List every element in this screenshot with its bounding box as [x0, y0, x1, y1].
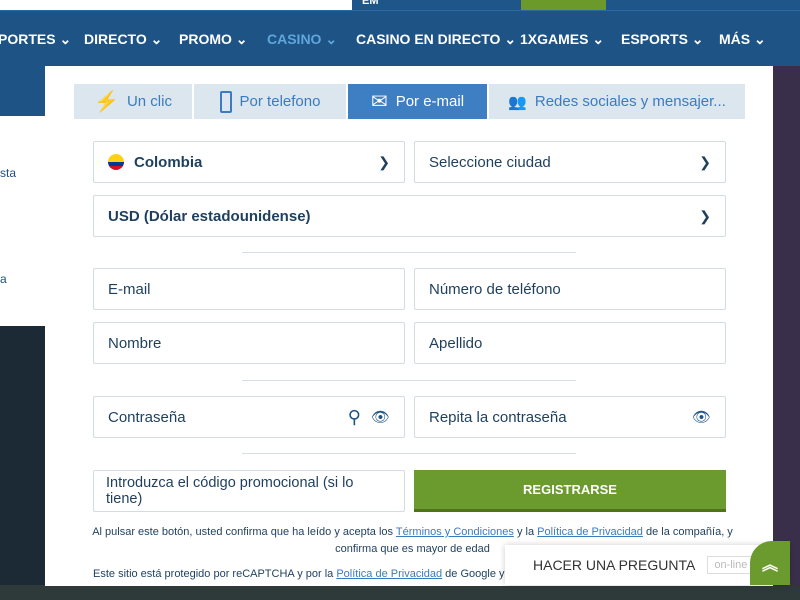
left-panel-text: a — [0, 272, 7, 286]
country-select[interactable]: Colombia ❯ — [93, 141, 405, 183]
surname-field[interactable]: Apellido — [414, 322, 726, 364]
phone-field[interactable]: Número de teléfono — [414, 268, 726, 310]
tab-one-click[interactable]: ⚡ Un clic — [74, 84, 194, 119]
chevron-down-icon: ❯ — [699, 153, 711, 170]
privacy-link[interactable]: Política de Privacidad — [537, 526, 643, 538]
divider — [242, 380, 576, 381]
divider — [242, 453, 576, 454]
users-icon: 👥 — [508, 93, 527, 111]
city-select[interactable]: Seleccione ciudad ❯ — [414, 141, 726, 183]
eye-slash-icon[interactable]: 👁 — [692, 408, 711, 426]
colombia-flag-icon — [108, 154, 124, 170]
background — [0, 585, 800, 600]
top-em-label: EM — [362, 0, 379, 7]
nav-item-1xgames[interactable]: 1XGAMES ⌄ — [520, 31, 604, 48]
nav-item-deportes[interactable]: PORTES ⌄ — [0, 31, 71, 48]
chevron-down-icon: ❯ — [378, 153, 390, 170]
top-green-button[interactable] — [521, 0, 606, 10]
nav-item-casino[interactable]: CASINO ⌄ — [267, 31, 337, 48]
promo-code-field[interactable]: Introduzca el código promocional (si lo … — [93, 470, 405, 512]
currency-select[interactable]: USD (Dólar estadounidense) ❯ — [93, 195, 726, 237]
tab-social[interactable]: 👥 Redes sociales y mensajer... — [489, 84, 745, 119]
nav-item-casino-en-directo[interactable]: CASINO EN DIRECTO ⌄ — [356, 31, 516, 48]
top-search-area — [0, 0, 352, 10]
chevron-up-icon[interactable]: ︽ — [750, 541, 790, 585]
nav-item-mas[interactable]: MÁS ⌄ — [719, 31, 766, 48]
terms-link[interactable]: Términos y Condiciones — [396, 526, 514, 538]
phone-icon — [219, 90, 232, 113]
tab-phone[interactable]: Por telefono — [194, 84, 348, 119]
nav-item-promo[interactable]: PROMO ⌄ — [179, 31, 248, 48]
envelope-icon: ✉ — [370, 91, 388, 113]
register-button[interactable]: REGISTRARSE — [414, 470, 726, 512]
email-field[interactable]: E-mail — [93, 268, 405, 310]
registration-tabs: ⚡ Un clic Por telefono ✉ Por e-mail 👥 Redes… — [74, 84, 745, 119]
main-nav: PORTES ⌄ DIRECTO ⌄ PROMO ⌄ CASINO ⌄ CASI… — [0, 10, 800, 66]
online-badge: on-line — [707, 556, 755, 574]
background-right — [773, 66, 800, 586]
left-panel: sta a — [0, 66, 45, 326]
password-field[interactable]: Contraseña ⚲ 👁 — [93, 396, 405, 438]
left-panel-text: sta — [0, 166, 17, 180]
nav-item-directo[interactable]: DIRECTO ⌄ — [84, 31, 162, 48]
key-icon[interactable]: ⚲ — [348, 407, 361, 428]
recaptcha-text: Este sitio está protegido por reCAPTCHA … — [93, 568, 508, 580]
chevron-down-icon: ❯ — [699, 207, 711, 224]
eye-slash-icon[interactable]: 👁 — [371, 408, 390, 426]
chat-widget[interactable]: HACER UNA PREGUNTA on-line ︽ — [505, 541, 790, 585]
lightning-icon: ⚡ — [94, 91, 119, 113]
divider — [242, 252, 576, 253]
tab-email[interactable]: ✉ Por e-mail — [348, 84, 489, 119]
repeat-password-field[interactable]: Repita la contraseña 👁 — [414, 396, 726, 438]
name-field[interactable]: Nombre — [93, 322, 405, 364]
nav-item-esports[interactable]: ESPORTS ⌄ — [621, 31, 704, 48]
google-privacy-link[interactable]: Política de Privacidad — [336, 568, 442, 580]
